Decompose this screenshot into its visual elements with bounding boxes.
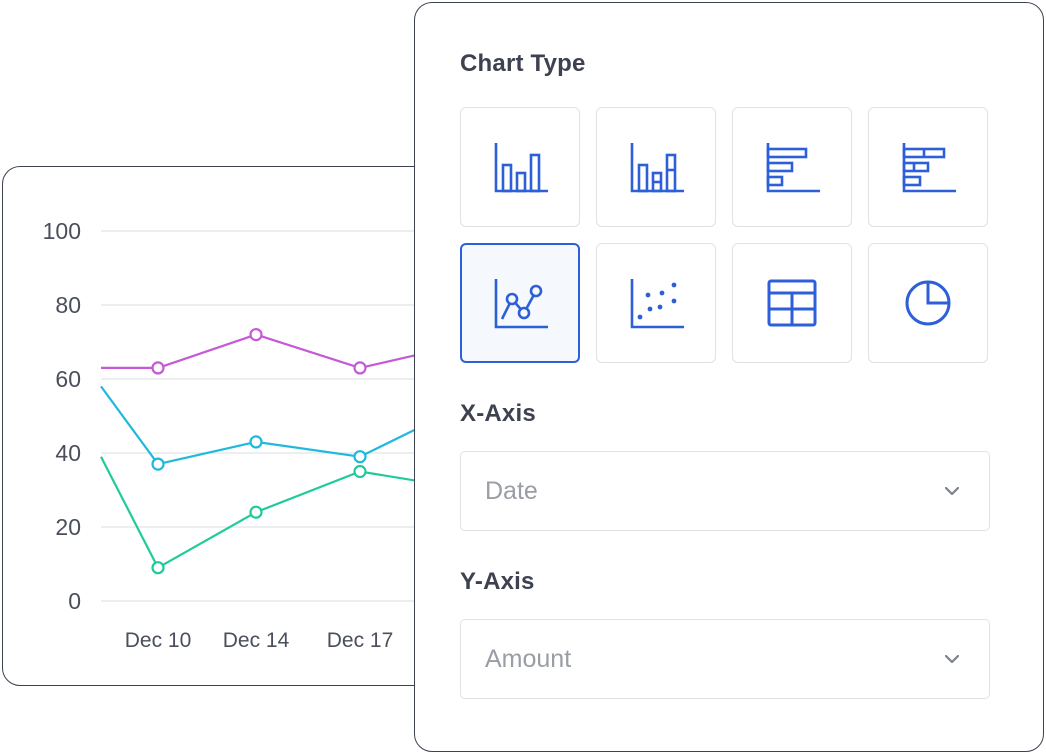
- data-point: [249, 435, 263, 449]
- y-tick-label: 20: [55, 514, 81, 540]
- data-point: [353, 361, 367, 375]
- y-tick-label: 80: [55, 292, 81, 318]
- data-point: [249, 328, 263, 342]
- y-axis-title: Y-Axis: [460, 568, 535, 595]
- data-point: [249, 505, 263, 519]
- table-icon: [767, 279, 817, 327]
- chart-type-pie[interactable]: [868, 243, 988, 363]
- x-axis-select-value: Date: [485, 476, 538, 505]
- x-axis-title: X-Axis: [460, 400, 536, 427]
- data-point: [353, 464, 367, 479]
- chart-type-table[interactable]: [732, 243, 852, 363]
- y-tick-label: 60: [55, 366, 81, 392]
- chart-type-grid: [460, 107, 988, 363]
- y-axis-select-value: Amount: [485, 644, 572, 673]
- data-point: [151, 561, 165, 575]
- chart-type-stacked-bar[interactable]: [596, 107, 716, 227]
- stacked-bar-chart-icon: [630, 143, 684, 193]
- chart-type-line[interactable]: [460, 243, 580, 363]
- chevron-down-icon: [944, 486, 960, 496]
- bar-chart-icon: [494, 143, 548, 193]
- line-chart-card: 0 20 40 60 80 100 Dec 10 Dec 14 Dec 17: [2, 166, 472, 686]
- chart-config-panel: Chart Type X-Axis Date Y-Axis Amount: [414, 2, 1044, 752]
- y-tick-label: 0: [68, 588, 81, 614]
- chart-type-scatter[interactable]: [596, 243, 716, 363]
- y-axis-select[interactable]: Amount: [460, 619, 990, 699]
- stacked-horizontal-bar-chart-icon: [902, 143, 956, 193]
- line-chart-icon: [494, 279, 548, 329]
- chart-type-stacked-horizontal-bar[interactable]: [868, 107, 988, 227]
- x-tick-label: Dec 14: [223, 629, 290, 652]
- pie-chart-icon: [905, 280, 951, 326]
- data-point: [151, 457, 165, 471]
- x-tick-label: Dec 17: [327, 629, 394, 652]
- chart-type-horizontal-bar[interactable]: [732, 107, 852, 227]
- y-tick-label: 100: [43, 218, 81, 244]
- chart-type-title: Chart Type: [460, 50, 586, 77]
- chevron-down-icon: [944, 654, 960, 664]
- data-point: [353, 450, 367, 464]
- line-chart: 0 20 40 60 80 100 Dec 10 Dec 14 Dec 17: [43, 218, 471, 652]
- scatter-chart-icon: [630, 279, 684, 329]
- y-tick-label: 40: [55, 440, 81, 466]
- horizontal-bar-chart-icon: [766, 143, 820, 193]
- x-axis-select[interactable]: Date: [460, 451, 990, 531]
- data-point: [151, 361, 165, 375]
- x-tick-label: Dec 10: [125, 629, 192, 652]
- chart-type-bar[interactable]: [460, 107, 580, 227]
